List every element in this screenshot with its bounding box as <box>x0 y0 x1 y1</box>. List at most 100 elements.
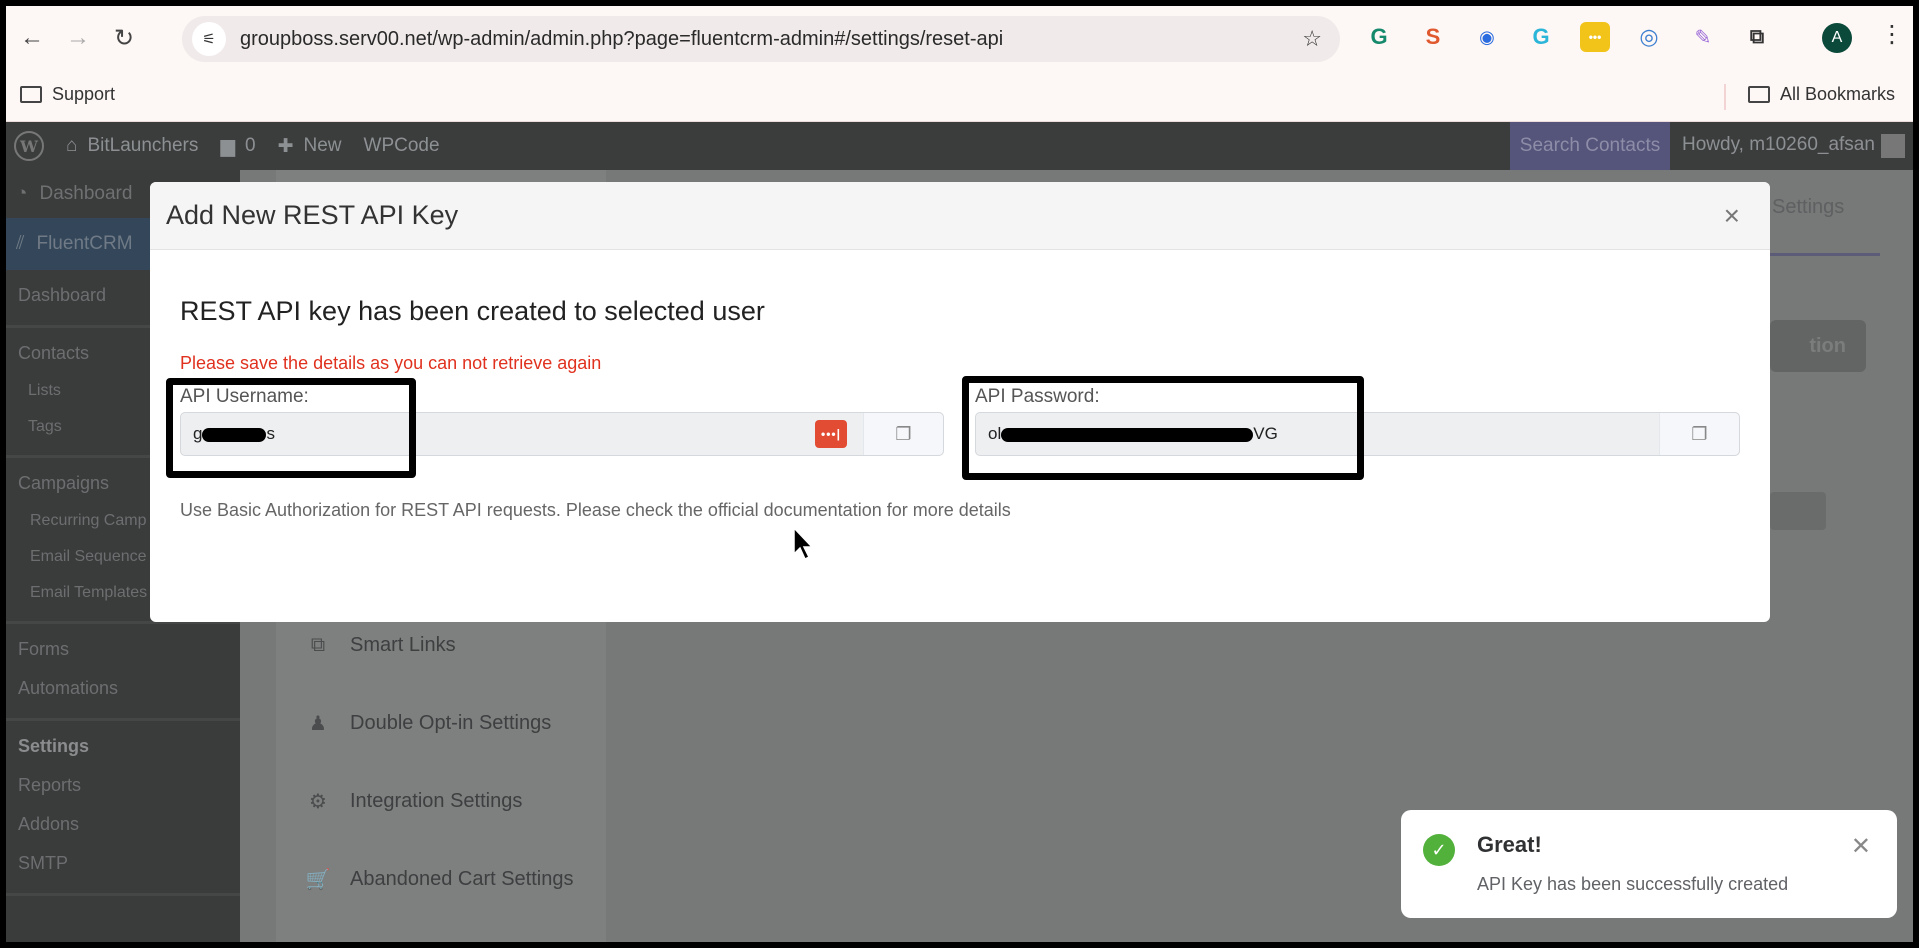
all-bookmarks-label: All Bookmarks <box>1780 84 1896 104</box>
close-icon[interactable]: × <box>1724 202 1740 230</box>
quill-extension-icon[interactable]: ✎ <box>1688 22 1718 52</box>
site-name: BitLaunchers <box>87 135 199 156</box>
folder-icon <box>20 86 42 103</box>
tab-settings[interactable]: Settings <box>1772 196 1844 219</box>
sidebar-item-smtp[interactable]: SMTP <box>6 844 240 883</box>
menu-label: Smart Links <box>350 633 456 656</box>
link-icon: ⧉ <box>310 633 326 656</box>
sidebar-item-forms[interactable]: Forms <box>6 630 240 669</box>
search-contacts-button[interactable]: Search Contacts <box>1510 122 1670 170</box>
divider <box>1724 84 1726 110</box>
value-suffix: VG <box>1253 424 1278 443</box>
success-toast: ✓ Great! API Key has been successfully c… <box>1401 810 1897 918</box>
success-heading: REST API key has been created to selecte… <box>180 296 765 326</box>
forward-button[interactable]: → <box>58 18 98 58</box>
menu-label: Double Opt-in Settings <box>350 711 552 734</box>
copy-username-button[interactable]: ❐ <box>863 413 943 455</box>
back-button[interactable]: ← <box>12 18 52 58</box>
arrow-left-icon: ← <box>20 24 44 51</box>
g-extension-icon[interactable]: G <box>1526 22 1556 52</box>
value-suffix: s <box>266 424 275 443</box>
home-icon: ⌂ <box>66 135 78 156</box>
lastpass-extension-icon[interactable]: ••• <box>1580 22 1610 52</box>
bookmarks-bar: Support All Bookmarks <box>6 70 1913 122</box>
sidebar-item-automations[interactable]: Automations <box>6 669 240 708</box>
mouse-cursor-icon <box>793 526 814 561</box>
sidebar-item-settings[interactable]: Settings <box>6 727 240 766</box>
bookmark-star-icon[interactable]: ☆ <box>1302 26 1322 52</box>
comments-count: 0 <box>245 135 256 156</box>
warning-text: Please save the details as you can not r… <box>180 353 602 373</box>
settings-menu-item[interactable]: ⚙ Integration Settings <box>306 789 522 813</box>
api-username-input[interactable]: gs •••| ❐ <box>180 412 944 456</box>
user-stamp-icon: ♟ <box>309 712 327 735</box>
compass-extension-icon[interactable]: ◎ <box>1634 22 1664 52</box>
site-info-icon[interactable]: ⚟ <box>192 22 226 56</box>
address-bar[interactable]: ⚟ groupboss.serv00.net/wp-admin/admin.ph… <box>182 16 1340 62</box>
kebab-menu-icon[interactable]: ⋮ <box>1880 20 1904 49</box>
help-text: Use Basic Authorization for REST API req… <box>180 500 1011 520</box>
menu-label: Abandoned Cart Settings <box>350 867 574 890</box>
new-content-link[interactable]: ✚ New <box>278 135 342 158</box>
value-prefix: g <box>193 424 203 443</box>
cart-icon: 🛒 <box>305 868 331 891</box>
bookmark-support[interactable]: Support <box>20 84 115 105</box>
screen: ← → ↻ ⚟ groupboss.serv00.net/wp-admin/ad… <box>6 6 1913 942</box>
check-circle-icon: ✓ <box>1423 834 1455 866</box>
add-api-key-modal: Add New REST API Key × REST API key has … <box>150 182 1770 622</box>
wordpress-logo-icon[interactable]: W <box>14 131 44 161</box>
folder-icon <box>1748 86 1770 103</box>
redaction <box>1001 427 1254 442</box>
site-name-link[interactable]: ⌂ BitLaunchers <box>66 135 198 157</box>
api-username-field: API Username: gs •••| ❐ <box>180 386 944 456</box>
sidebar-label: FluentCRM <box>36 233 133 254</box>
api-username-value[interactable]: gs <box>181 424 275 444</box>
background-action-button[interactable]: tion <box>1770 320 1866 372</box>
comments-link[interactable]: ▆ 0 <box>220 135 255 158</box>
puzzle-extensions-icon[interactable]: ⧉ <box>1742 22 1772 52</box>
api-username-label: API Username: <box>180 386 309 407</box>
browser-toolbar: ← → ↻ ⚟ groupboss.serv00.net/wp-admin/ad… <box>6 6 1913 70</box>
all-bookmarks[interactable]: All Bookmarks <box>1748 84 1895 105</box>
howdy-user[interactable]: Howdy, m10260_afsan <box>1682 134 1875 156</box>
reload-button[interactable]: ↻ <box>104 18 144 58</box>
sidebar-item-reports[interactable]: Reports <box>6 766 240 805</box>
screen-recorder-extension-icon[interactable]: ◉ <box>1472 22 1502 52</box>
background-small-button[interactable] <box>1770 492 1826 530</box>
sidebar-item-addons[interactable]: Addons <box>6 805 240 844</box>
copy-icon: ❐ <box>895 423 912 444</box>
user-avatar[interactable] <box>1881 134 1905 158</box>
toast-title: Great! <box>1477 832 1542 857</box>
api-password-value[interactable]: ol VG <box>976 424 1278 444</box>
sidebar-section: Forms Automations <box>6 624 240 721</box>
menu-label: Integration Settings <box>350 789 523 812</box>
settings-menu-item[interactable]: ♟ Double Opt-in Settings <box>306 711 551 735</box>
toast-close-icon[interactable]: ✕ <box>1851 832 1871 861</box>
settings-menu-item[interactable]: 🛒 Abandoned Cart Settings <box>306 867 574 891</box>
seo-extension-icon[interactable]: S <box>1418 22 1448 52</box>
url-text[interactable]: groupboss.serv00.net/wp-admin/admin.php?… <box>240 28 1003 51</box>
copy-password-button[interactable]: ❐ <box>1659 413 1739 455</box>
bookmark-label: Support <box>52 84 116 104</box>
comment-icon: ▆ <box>220 135 236 157</box>
settings-menu-item[interactable]: ⧉ Smart Links <box>306 633 456 657</box>
grammarly-extension-icon[interactable]: G <box>1364 22 1394 52</box>
toast-message: API Key has been successfully created <box>1477 874 1789 894</box>
copy-icon: ❐ <box>1691 423 1708 444</box>
arrow-right-icon: → <box>66 24 90 51</box>
credential-fields: API Username: gs •••| ❐ API Password: ol… <box>166 376 1740 486</box>
value-prefix: ol <box>988 424 1002 443</box>
wpcode-link[interactable]: WPCode <box>364 135 440 157</box>
modal-title: Add New REST API Key <box>166 200 459 230</box>
gear-icon: ⚙ <box>309 790 327 813</box>
modal-header: Add New REST API Key <box>150 182 1770 250</box>
reload-icon: ↻ <box>113 24 135 52</box>
plus-icon: ✚ <box>277 135 294 157</box>
wpcode-label: WPCode <box>363 135 440 156</box>
lastpass-icon[interactable]: •••| <box>815 420 847 448</box>
api-password-input[interactable]: ol VG ❐ <box>975 412 1740 456</box>
new-label: New <box>303 135 342 156</box>
modal-body: REST API key has been created to selecte… <box>150 296 1770 521</box>
profile-avatar[interactable]: A <box>1822 23 1852 53</box>
redaction <box>202 427 267 442</box>
